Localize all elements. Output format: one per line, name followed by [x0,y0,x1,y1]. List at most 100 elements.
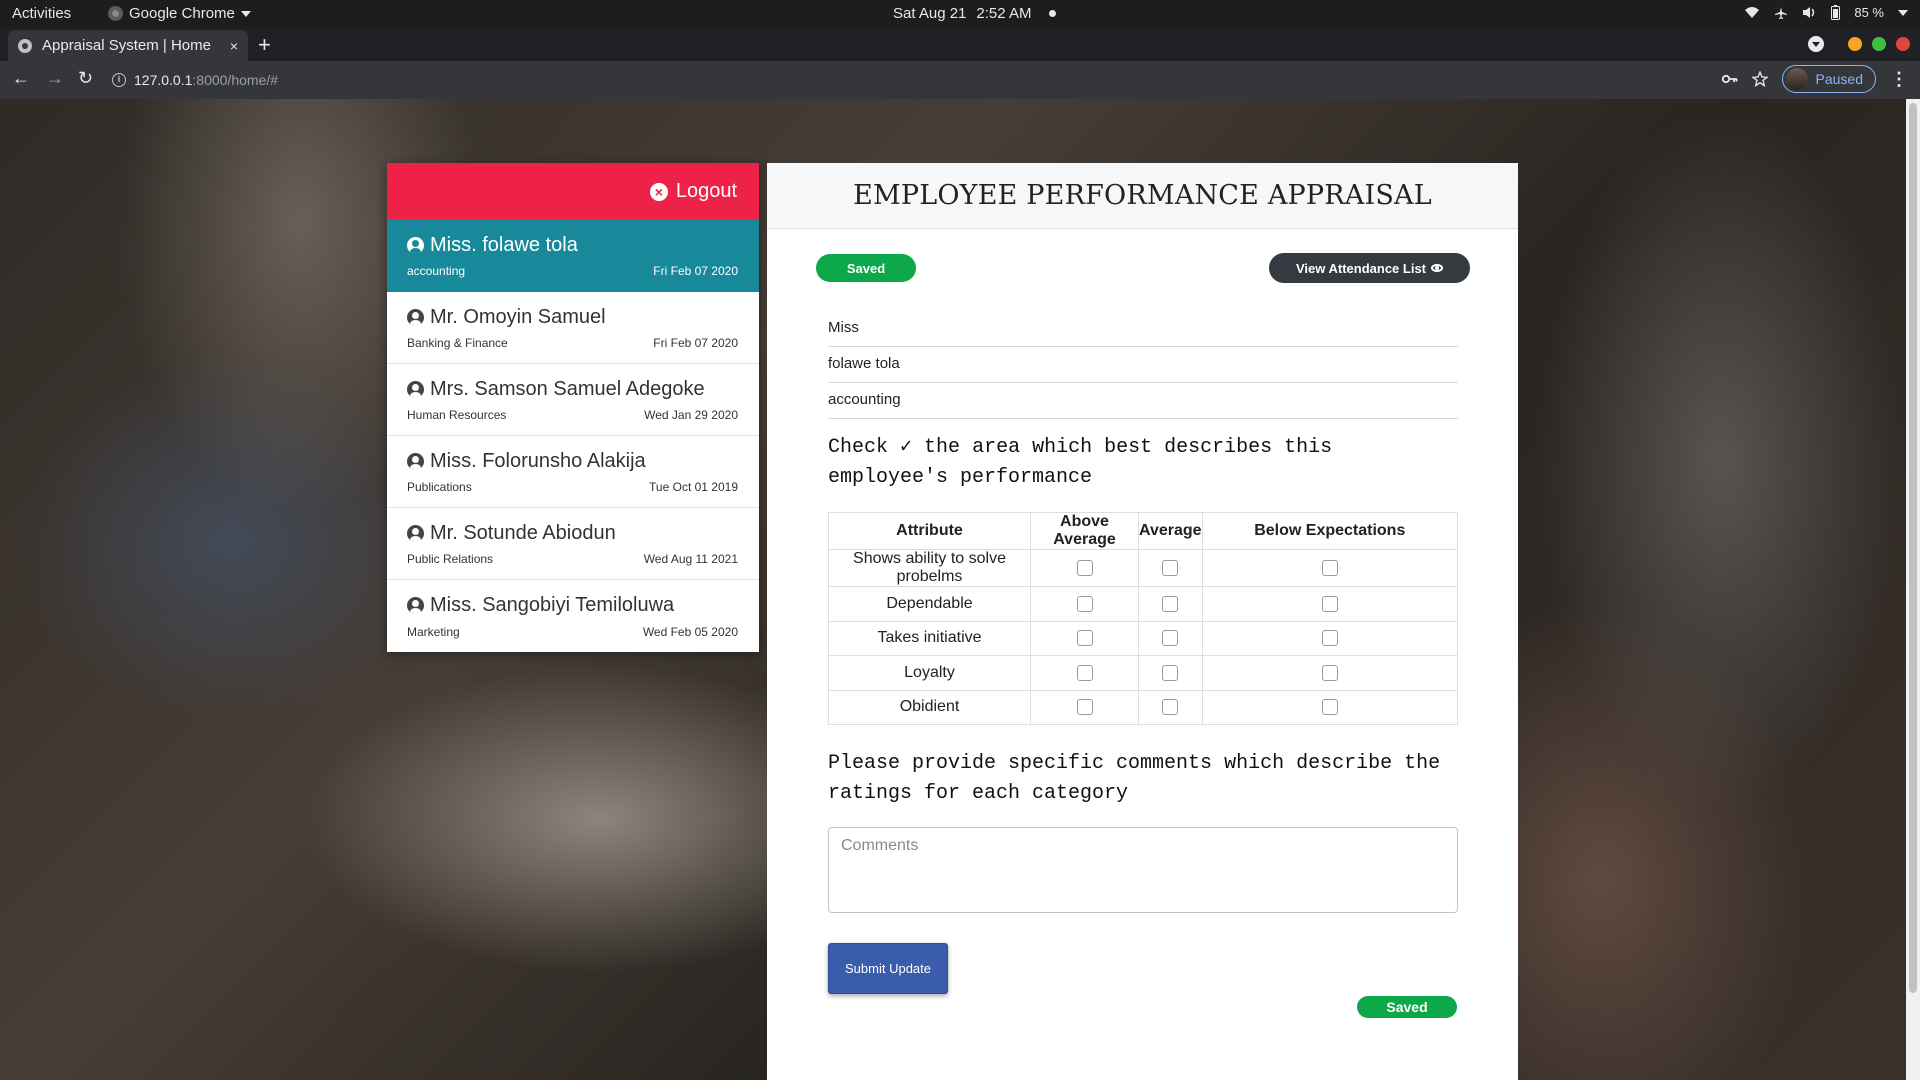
view-attendance-label: View Attendance List [1295,260,1427,276]
browser-toolbar: ← → ↻ i 127.0.0.1 :8000/home/# Paused ⋮ [0,61,1920,99]
average-checkbox[interactable] [1162,559,1179,576]
scrollbar-thumb[interactable] [1909,103,1917,993]
clock-time: 2:52 AM [976,5,1032,22]
close-window-button[interactable] [1896,37,1910,51]
tab-search-icon[interactable] [1808,36,1824,52]
table-row: Takes initiative [828,620,1459,656]
rating-table: Attribute Above Average Average Below Ex… [828,512,1459,725]
column-header: Above Average [1030,512,1139,550]
wifi-icon [1745,7,1760,18]
clock[interactable]: Sat Aug 21 2:52 AM [893,5,1057,22]
table-row: Shows ability to solve probelms [828,549,1459,587]
eye-icon [1431,264,1444,272]
rating-instructions: Check ✓ the area which best describes th… [828,436,1333,489]
employee-date: Wed Aug 11 2021 [643,552,738,566]
above-average-checkbox[interactable] [1076,699,1093,716]
employee-name: Mr. Sotunde Abiodun [430,522,616,544]
chrome-icon [108,6,123,21]
average-checkbox[interactable] [1162,664,1179,681]
os-top-bar: Activities Google Chrome Sat Aug 21 2:52… [0,0,1920,27]
employee-dept: accounting [407,264,466,278]
address-bar[interactable]: i 127.0.0.1 :8000/home/# [112,66,1702,94]
logout-button[interactable]: × Logout [387,163,759,220]
employee-title-field: Miss [828,311,1458,347]
activities-button[interactable]: Activities [12,5,71,22]
employee-date: Wed Feb 05 2020 [642,625,738,639]
key-icon[interactable] [1721,74,1738,84]
window-controls [1808,36,1910,52]
employee-item[interactable]: Mr. Omoyin Samuel Banking & Finance Fri … [387,292,759,364]
user-circle-icon [407,309,424,326]
employee-item[interactable]: Miss. Sangobiyi Temiloluwa Marketing Wed… [387,580,759,652]
table-row: Dependable [828,586,1459,622]
notification-dot-icon [1049,10,1057,17]
employee-dept: Human Resources [407,408,507,422]
view-attendance-button[interactable]: View Attendance List [1269,253,1470,283]
above-average-checkbox[interactable] [1076,630,1093,647]
employee-item[interactable]: Mr. Sotunde Abiodun Public Relations Wed… [387,508,759,580]
profile-button[interactable]: Paused [1781,65,1876,93]
employee-dept: Banking & Finance [407,336,508,350]
volume-icon [1803,7,1815,18]
above-average-checkbox[interactable] [1076,664,1093,681]
below-expectations-checkbox[interactable] [1321,595,1338,612]
employee-name-field: folawe tola [828,347,1458,383]
employee-department-field: accounting [828,383,1458,419]
comments-instructions: Please provide specific comments which d… [828,752,1441,805]
star-icon[interactable] [1751,71,1768,87]
average-checkbox[interactable] [1162,595,1179,612]
maximize-button[interactable] [1872,37,1886,51]
employee-sidebar: × Logout Miss. folawe tola accounting Fr… [387,163,759,652]
forward-arrow-icon[interactable]: → [46,68,64,89]
below-expectations-checkbox[interactable] [1321,559,1338,576]
saved-badge-bottom: Saved [1357,996,1457,1018]
back-arrow-icon[interactable]: ← [12,68,30,89]
avatar [1785,68,1808,90]
employee-item[interactable]: Mrs. Samson Samuel Adegoke Human Resourc… [387,364,759,436]
system-tray[interactable]: 85 % [1744,5,1908,20]
user-circle-icon [407,453,424,470]
below-expectations-checkbox[interactable] [1321,664,1338,681]
submit-update-button[interactable]: Submit Update [828,943,948,994]
appraisal-form-card: EMPLOYEE PERFORMANCE APPRAISAL Saved Vie… [767,163,1518,1080]
app-menu[interactable]: Google Chrome [108,5,251,22]
employee-name: Miss. Folorunsho Alakija [430,450,646,472]
employee-name: Miss. folawe tola [430,234,578,256]
below-expectations-checkbox[interactable] [1321,699,1338,716]
below-expectations-checkbox[interactable] [1321,630,1338,647]
form-header: EMPLOYEE PERFORMANCE APPRAISAL [767,163,1518,229]
above-average-checkbox[interactable] [1076,595,1093,612]
page-scrollbar[interactable] [1906,99,1920,1080]
employee-item[interactable]: Miss. Folorunsho Alakija Publications Tu… [387,436,759,508]
info-icon[interactable]: i [112,73,126,87]
battery-percent: 85 % [1854,5,1884,20]
employee-dept: Marketing [407,625,460,639]
reload-icon[interactable]: ↻ [78,68,93,89]
tab-title: Appraisal System | Home [42,37,211,54]
employee-item[interactable]: Miss. folawe tola accounting Fri Feb 07 … [387,220,759,292]
url-host: 127.0.0.1 [134,72,193,88]
kebab-menu-icon[interactable]: ⋮ [1890,69,1908,90]
employee-date: Fri Feb 07 2020 [653,264,738,278]
attribute-label: Takes initiative [828,620,1031,656]
employee-date: Tue Oct 01 2019 [649,480,738,494]
user-circle-icon [407,525,424,542]
column-header: Below Expectations [1201,512,1459,550]
attribute-label: Shows ability to solve probelms [828,549,1031,587]
url-path: :8000/home/# [192,72,279,88]
close-circle-icon: × [649,182,668,201]
attribute-label: Loyalty [828,655,1031,691]
attribute-label: Obidient [828,689,1031,725]
user-circle-icon [407,597,424,614]
average-checkbox[interactable] [1162,699,1179,716]
average-checkbox[interactable] [1162,630,1179,647]
user-circle-icon [407,381,424,398]
above-average-checkbox[interactable] [1076,559,1093,576]
new-tab-button[interactable]: + [258,32,271,58]
chevron-down-icon [1898,9,1908,16]
table-header-row: Attribute Above Average Average Below Ex… [828,512,1459,550]
close-tab-icon[interactable]: × [230,38,238,54]
browser-tab[interactable]: Appraisal System | Home × [8,30,248,61]
comments-textarea[interactable] [828,827,1458,913]
minimize-button[interactable] [1848,37,1862,51]
